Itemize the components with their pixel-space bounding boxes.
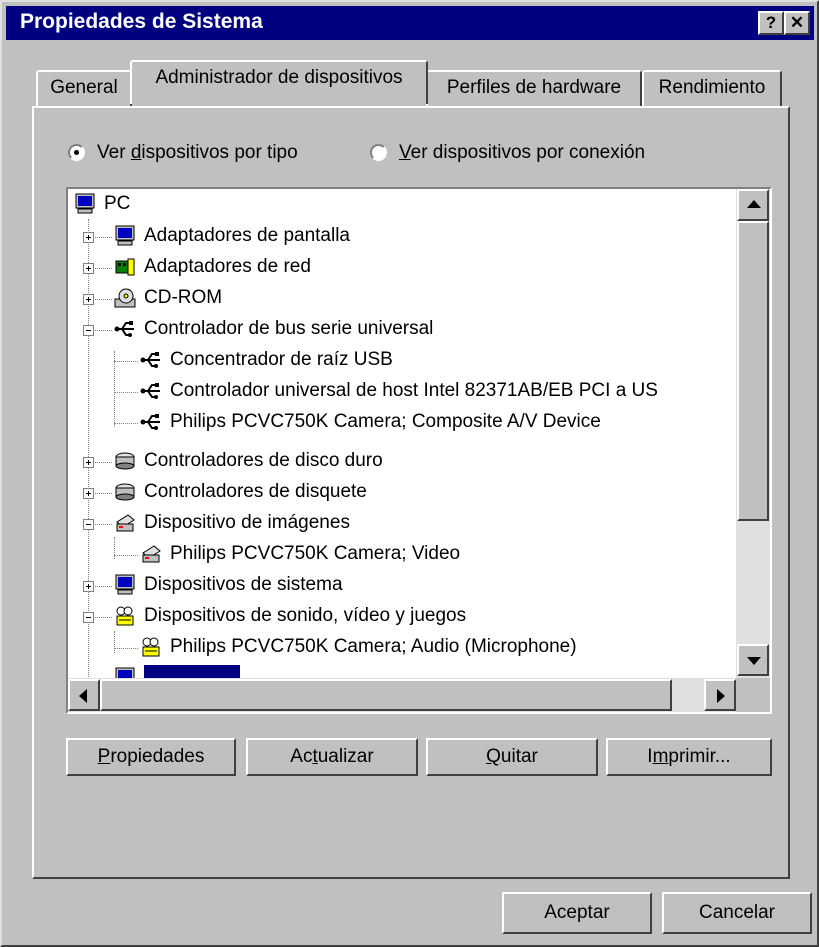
tree-node-label: Controlador universal de host Intel 8237… bbox=[170, 380, 658, 401]
usb-icon bbox=[140, 414, 160, 430]
expand-icon[interactable] bbox=[83, 232, 94, 243]
scroll-thumb[interactable] bbox=[100, 679, 672, 711]
disk-drive-icon bbox=[115, 483, 135, 501]
tab-label: Rendimiento bbox=[658, 77, 766, 98]
arrow-right-icon bbox=[717, 689, 725, 703]
scanner-icon bbox=[116, 514, 135, 532]
tree-node-label: Dispositivo de imágenes bbox=[144, 512, 350, 533]
tab-device-manager[interactable]: Administrador de dispositivos bbox=[130, 60, 428, 104]
tree-node-label: Concentrador de raíz USB bbox=[170, 349, 393, 370]
properties-button[interactable]: Propiedades bbox=[66, 738, 236, 776]
disk-drive-icon bbox=[115, 452, 135, 470]
tree-node-label: Dispositivos de sonido, vídeo y juegos bbox=[144, 605, 467, 626]
monitor-icon bbox=[115, 225, 135, 246]
tab-label: Perfiles de hardware bbox=[446, 77, 622, 98]
expand-icon[interactable] bbox=[83, 457, 94, 468]
network-card-icon bbox=[115, 258, 135, 276]
device-tree-content: PC Adaptadores de pantalla Adaptadores d… bbox=[68, 189, 736, 678]
scroll-thumb[interactable] bbox=[737, 221, 769, 521]
print-button[interactable]: Imprimir... bbox=[606, 738, 772, 776]
tab-label: Administrador de dispositivos bbox=[155, 67, 403, 88]
tree-node-label: Philips PCVC750K Camera; Video bbox=[170, 543, 461, 564]
selection-highlight bbox=[144, 665, 240, 678]
arrow-up-icon bbox=[747, 200, 761, 208]
window-title: Propiedades de Sistema bbox=[20, 10, 263, 33]
collapse-icon[interactable] bbox=[83, 325, 94, 336]
tree-node-label: Controladores de disquete bbox=[144, 481, 367, 502]
tab-performance[interactable]: Rendimiento bbox=[642, 70, 782, 106]
collapse-icon[interactable] bbox=[83, 519, 94, 530]
expand-icon[interactable] bbox=[83, 294, 94, 305]
tree-node-label: Dispositivos de sistema bbox=[144, 574, 343, 595]
scanner-icon bbox=[142, 545, 161, 563]
tab-label: General bbox=[50, 77, 118, 98]
close-icon: ✕ bbox=[789, 13, 805, 32]
refresh-button[interactable]: Actualizar bbox=[246, 738, 418, 776]
system-properties-window: Propiedades de Sistema ? ✕ General Admin… bbox=[0, 0, 819, 947]
tree-node-label: Adaptadores de red bbox=[144, 256, 311, 277]
view-by-type-radio[interactable]: Ver dispositivos por tipo bbox=[68, 142, 298, 170]
view-by-connection-label: Ver dispositivos por conexión bbox=[399, 142, 646, 163]
radio-button[interactable] bbox=[370, 144, 387, 162]
scroll-right-button[interactable] bbox=[704, 679, 736, 711]
vertical-scrollbar[interactable] bbox=[736, 189, 770, 678]
tree-node-label: Adaptadores de pantalla bbox=[144, 225, 350, 246]
usb-icon bbox=[140, 352, 160, 368]
tab-general[interactable]: General bbox=[36, 70, 132, 106]
tree-node-label: Philips PCVC750K Camera; Audio (Micropho… bbox=[170, 636, 577, 657]
tree-node-label: Controlador de bus serie universal bbox=[144, 318, 434, 339]
usb-icon bbox=[140, 383, 160, 399]
ok-button[interactable]: Aceptar bbox=[502, 892, 652, 934]
scroll-left-button[interactable] bbox=[68, 679, 100, 711]
device-tree[interactable]: PC Adaptadores de pantalla Adaptadores d… bbox=[66, 187, 772, 714]
tree-node-label: Controladores de disco duro bbox=[144, 450, 383, 471]
cancel-button[interactable]: Cancelar bbox=[662, 892, 812, 934]
sound-icon bbox=[116, 606, 134, 626]
sound-icon bbox=[142, 637, 160, 657]
view-by-type-label: Ver dispositivos por tipo bbox=[97, 142, 298, 163]
radio-button[interactable] bbox=[68, 144, 85, 162]
usb-icon bbox=[114, 321, 134, 337]
computer-icon bbox=[75, 193, 95, 214]
close-button[interactable]: ✕ bbox=[784, 11, 810, 35]
expand-icon[interactable] bbox=[83, 581, 94, 592]
scrollbar-corner bbox=[736, 678, 770, 712]
cdrom-icon bbox=[114, 288, 136, 308]
computer-icon bbox=[115, 667, 135, 678]
scroll-down-button[interactable] bbox=[737, 644, 769, 676]
expand-icon[interactable] bbox=[83, 488, 94, 499]
scroll-up-button[interactable] bbox=[737, 189, 769, 221]
collapse-icon[interactable] bbox=[83, 612, 94, 623]
expand-icon[interactable] bbox=[83, 263, 94, 274]
remove-button[interactable]: Quitar bbox=[426, 738, 598, 776]
horizontal-scrollbar[interactable] bbox=[68, 678, 736, 712]
tree-node-label: CD-ROM bbox=[144, 287, 223, 308]
help-icon: ? bbox=[765, 13, 777, 32]
view-by-connection-radio[interactable]: Ver dispositivos por conexión bbox=[370, 142, 645, 170]
tab-hardware-profiles[interactable]: Perfiles de hardware bbox=[426, 70, 642, 106]
arrow-left-icon bbox=[79, 689, 87, 703]
computer-icon bbox=[115, 574, 135, 595]
arrow-down-icon bbox=[747, 657, 761, 665]
help-button[interactable]: ? bbox=[758, 11, 784, 35]
tree-node-label: Philips PCVC750K Camera; Composite A/V D… bbox=[170, 411, 601, 432]
tree-node-label: PC bbox=[104, 193, 131, 214]
title-bar[interactable]: Propiedades de Sistema ? ✕ bbox=[6, 6, 814, 40]
